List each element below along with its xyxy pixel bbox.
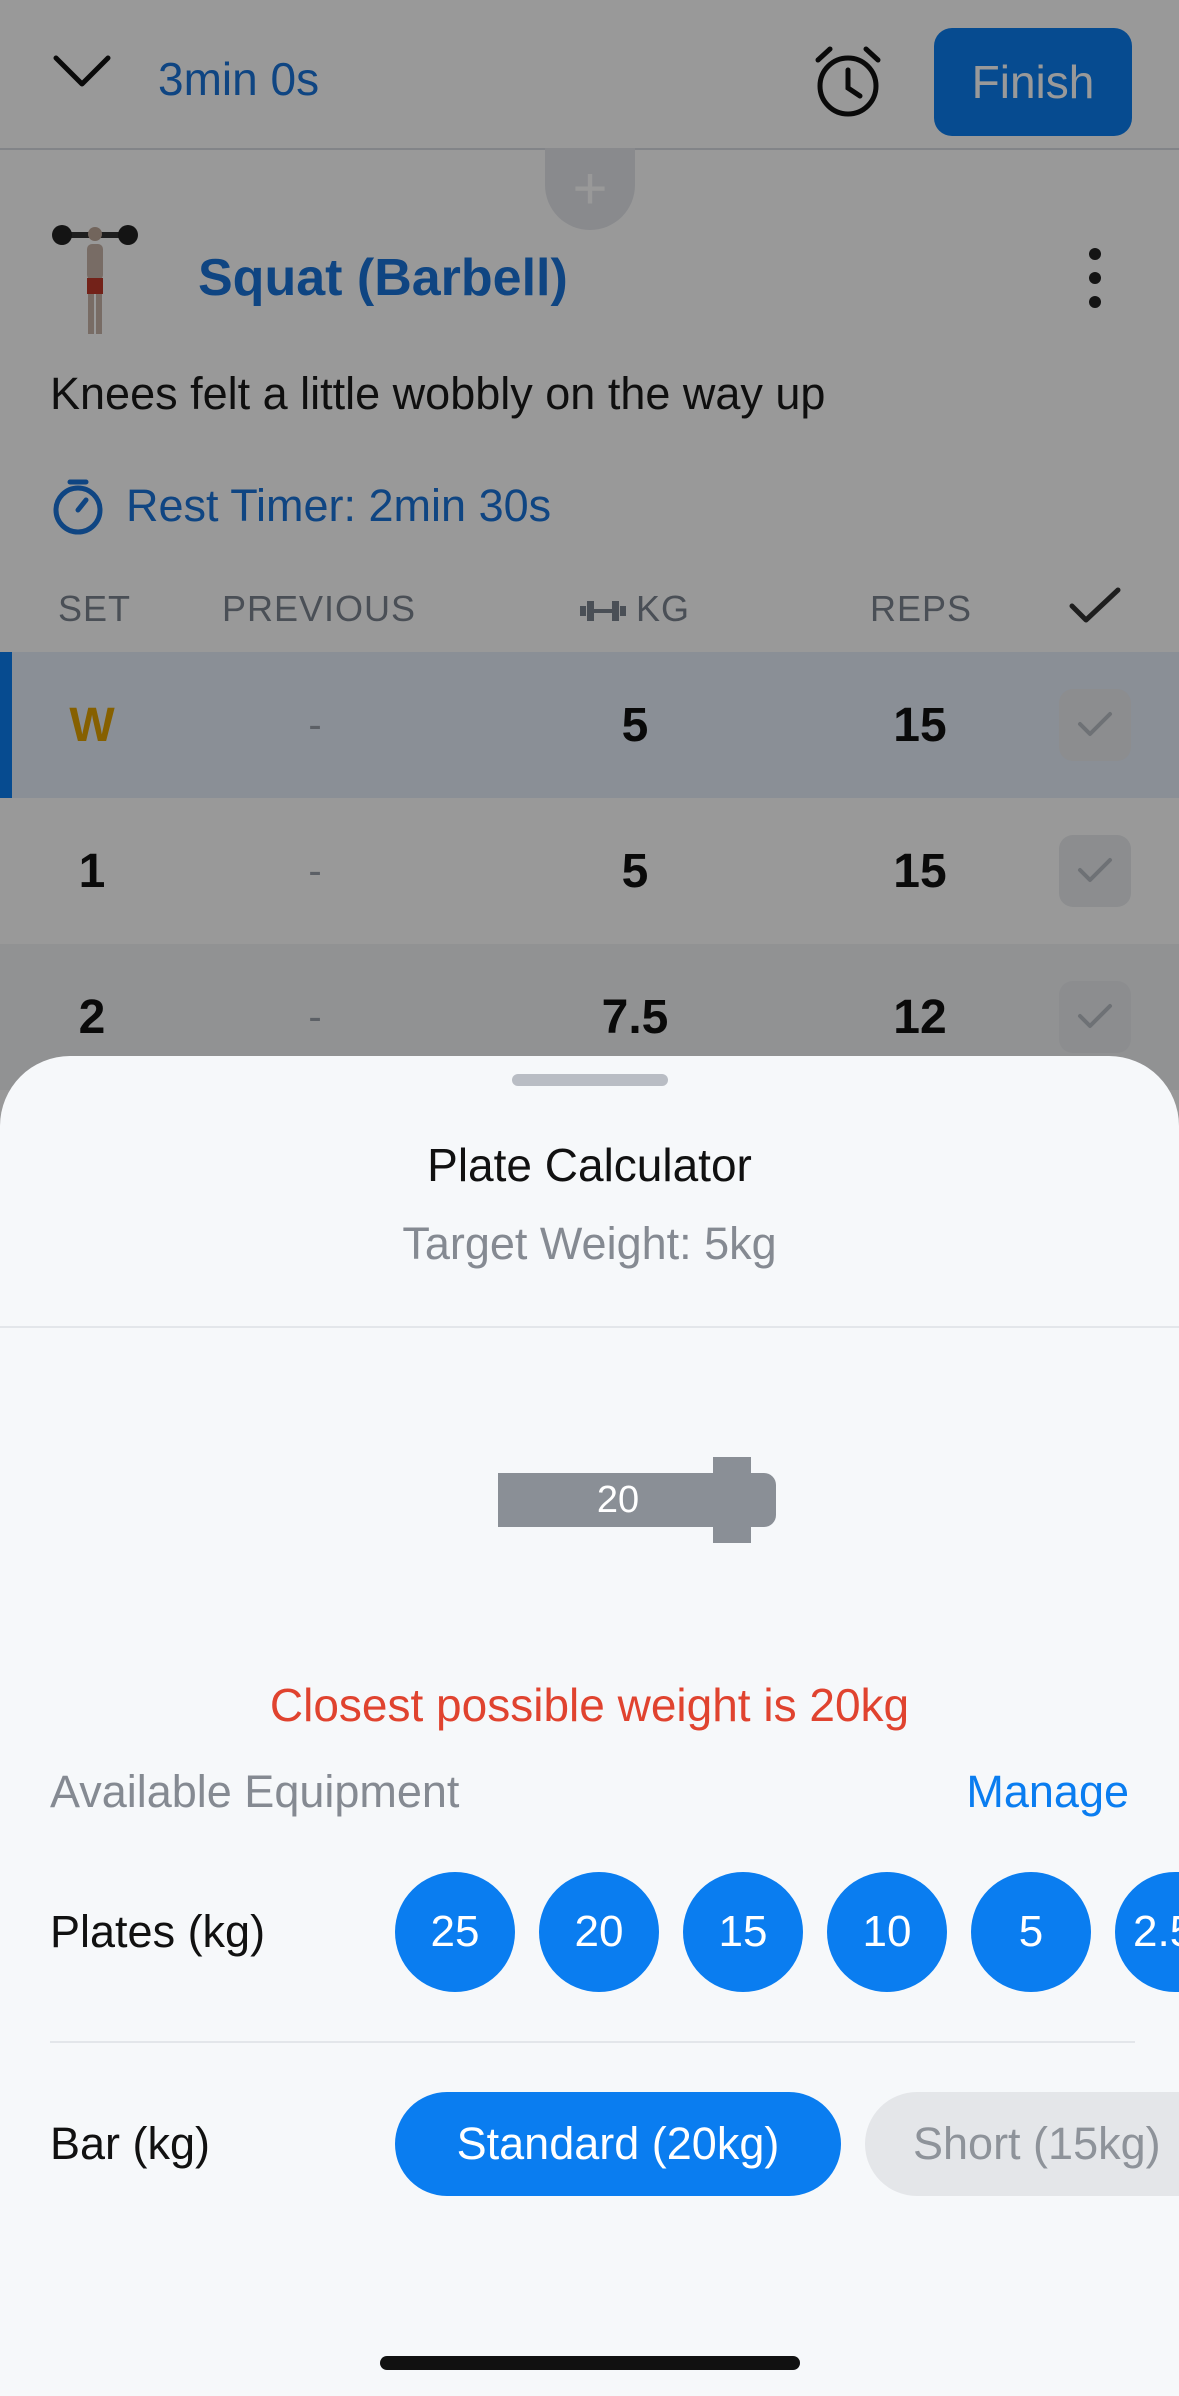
sheet-drag-handle[interactable] bbox=[512, 1074, 668, 1086]
bar-option[interactable]: Short (15kg) bbox=[865, 2092, 1179, 2196]
bar-option[interactable]: Standard (20kg) bbox=[395, 2092, 841, 2196]
bar-label: Bar (kg) bbox=[50, 2118, 211, 2169]
closest-weight-message: Closest possible weight is 20kg bbox=[269, 1679, 910, 1731]
plate-chip[interactable]: 2.5 bbox=[1115, 1872, 1179, 1992]
barbell-diagram: 20 bbox=[498, 1457, 778, 1543]
sheet-title: Plate Calculator bbox=[427, 1139, 752, 1191]
bar-weight-label: 20 bbox=[596, 1478, 640, 1521]
plate-chip[interactable]: 20 bbox=[539, 1872, 659, 1992]
home-indicator bbox=[380, 2356, 800, 2370]
divider bbox=[0, 1326, 1179, 1328]
plate-calculator-sheet: Plate Calculator Target Weight: 5kg 20 C… bbox=[0, 1056, 1179, 2396]
target-weight: Target Weight: 5kg bbox=[402, 1218, 777, 1269]
divider bbox=[50, 2041, 1135, 2043]
plate-chip[interactable]: 25 bbox=[395, 1872, 515, 1992]
plate-chip[interactable]: 10 bbox=[827, 1872, 947, 1992]
bar-sleeve bbox=[738, 1473, 776, 1527]
plate-chip[interactable]: 15 bbox=[683, 1872, 803, 1992]
plates-label: Plates (kg) bbox=[50, 1906, 266, 1957]
available-equipment-label: Available Equipment bbox=[50, 1766, 460, 1817]
manage-button[interactable]: Manage bbox=[966, 1766, 1129, 1818]
plate-chip[interactable]: 5 bbox=[971, 1872, 1091, 1992]
